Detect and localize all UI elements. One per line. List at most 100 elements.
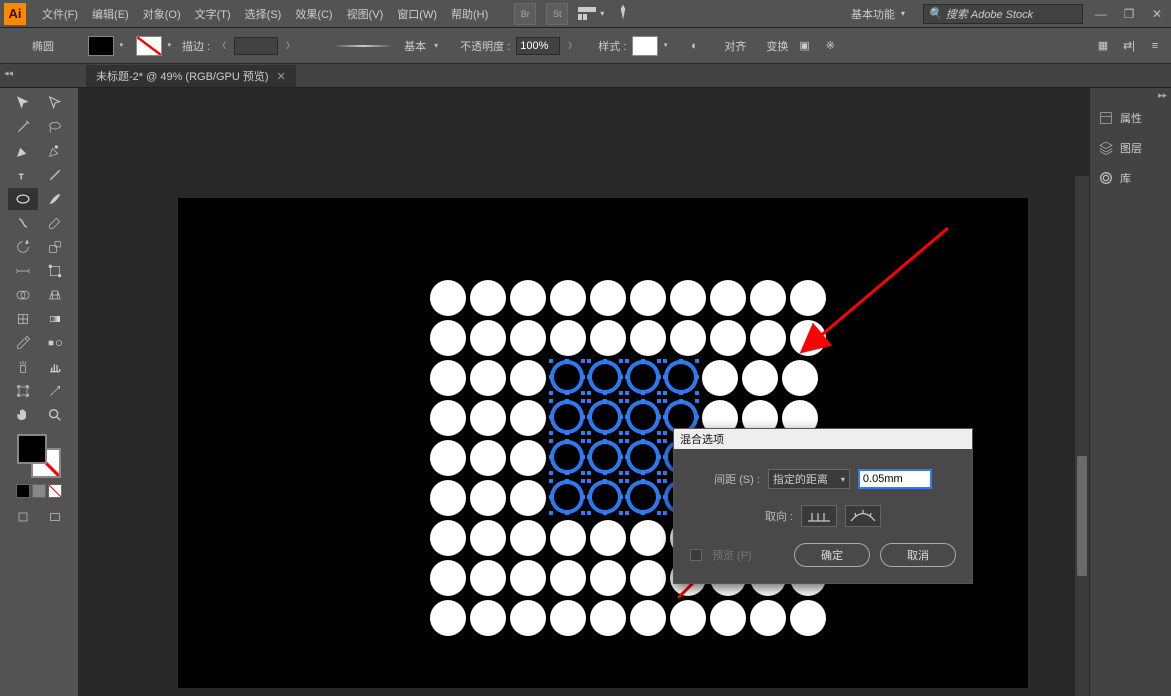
document-tab[interactable]: 未标题-2* @ 49% (RGB/GPU 预览) ✕ — [86, 65, 296, 87]
cancel-button[interactable]: 取消 — [880, 543, 956, 567]
circle[interactable] — [590, 520, 626, 556]
eyedropper-tool[interactable] — [8, 332, 38, 354]
window-restore[interactable]: ❐ — [1115, 0, 1143, 27]
circle[interactable] — [430, 280, 466, 316]
circle[interactable] — [430, 320, 466, 356]
isolate-icon[interactable]: ▣ — [794, 36, 814, 56]
menu-select[interactable]: 选择(S) — [239, 4, 288, 24]
selection-tool[interactable] — [8, 92, 38, 114]
scale-tool[interactable] — [40, 236, 70, 258]
stroke-width-input[interactable] — [234, 37, 278, 55]
circle[interactable] — [626, 440, 660, 474]
circle[interactable] — [750, 320, 786, 356]
menu-help[interactable]: 帮助(H) — [445, 4, 494, 24]
circle[interactable] — [510, 520, 546, 556]
align-label[interactable]: 对齐 — [724, 38, 746, 54]
width-tool[interactable] — [8, 260, 38, 282]
circle[interactable] — [470, 400, 506, 436]
draw-normal-icon[interactable] — [8, 506, 38, 528]
free-transform-tool[interactable] — [40, 260, 70, 282]
panel-layers[interactable]: 图层 — [1090, 133, 1171, 163]
circle[interactable] — [550, 440, 584, 474]
menu-edit[interactable]: 编辑(E) — [86, 4, 135, 24]
circle[interactable] — [588, 360, 622, 394]
canvas[interactable]: /* placeholder to stop template parser —… — [78, 88, 1089, 696]
circle[interactable] — [550, 280, 586, 316]
circle[interactable] — [430, 520, 466, 556]
symbol-sprayer-tool[interactable] — [8, 356, 38, 378]
search-input[interactable]: 🔍搜索 Adobe Stock — [923, 4, 1083, 24]
recolor-icon[interactable]: ◐ — [684, 36, 704, 56]
circle[interactable] — [510, 440, 546, 476]
circle[interactable] — [710, 320, 746, 356]
circle[interactable] — [550, 560, 586, 596]
circle[interactable] — [550, 360, 584, 394]
artboard-tool[interactable] — [8, 380, 38, 402]
circle[interactable] — [430, 560, 466, 596]
close-tab-icon[interactable]: ✕ — [277, 70, 286, 83]
collapse-toolbox[interactable]: ◂◂ — [4, 68, 13, 79]
circle[interactable] — [510, 600, 546, 636]
stroke-width-inc[interactable]: 〉 — [286, 40, 294, 51]
preview-checkbox[interactable] — [690, 549, 702, 561]
opt-icon1[interactable]: ▦ — [1093, 36, 1113, 56]
circle[interactable] — [470, 440, 506, 476]
circle[interactable] — [510, 480, 546, 516]
menu-window[interactable]: 窗口(W) — [391, 4, 443, 24]
circle[interactable] — [510, 360, 546, 396]
opacity-input[interactable] — [516, 37, 560, 55]
circle[interactable] — [702, 360, 738, 396]
circle[interactable] — [710, 600, 746, 636]
stroke-profile[interactable] — [328, 38, 398, 54]
ok-button[interactable]: 确定 — [794, 543, 870, 567]
menu-file[interactable]: 文件(F) — [36, 4, 84, 24]
shaper-tool[interactable] — [8, 212, 38, 234]
circle[interactable] — [550, 520, 586, 556]
line-tool[interactable] — [40, 164, 70, 186]
circle[interactable] — [430, 400, 466, 436]
circle[interactable] — [664, 360, 698, 394]
circle[interactable] — [510, 320, 546, 356]
circle[interactable] — [470, 560, 506, 596]
color-controls[interactable] — [17, 434, 61, 478]
opacity-more[interactable]: 〉 — [568, 40, 576, 51]
stroke-swatch[interactable] — [136, 36, 162, 56]
scroll-thumb[interactable] — [1077, 456, 1087, 576]
circle[interactable] — [470, 360, 506, 396]
circle[interactable] — [510, 560, 546, 596]
circle[interactable] — [630, 280, 666, 316]
circle[interactable] — [470, 600, 506, 636]
workspace-selector[interactable]: 基本功能 — [843, 4, 913, 24]
style-swatch[interactable] — [632, 36, 658, 56]
stroke-width-dec[interactable]: 〈 — [218, 40, 226, 51]
circle[interactable] — [590, 320, 626, 356]
circle[interactable] — [470, 480, 506, 516]
circle[interactable] — [510, 400, 546, 436]
circle[interactable] — [590, 600, 626, 636]
collapse-panels[interactable]: ▸▸ — [1090, 88, 1171, 103]
circle[interactable] — [790, 320, 826, 356]
paintbrush-tool[interactable] — [40, 188, 70, 210]
menu-type[interactable]: 文字(T) — [189, 4, 237, 24]
circle[interactable] — [470, 320, 506, 356]
slice-tool[interactable] — [40, 380, 70, 402]
circle[interactable] — [750, 280, 786, 316]
circle[interactable] — [588, 480, 622, 514]
circle[interactable] — [630, 600, 666, 636]
circle[interactable] — [670, 320, 706, 356]
spacing-mode-select[interactable]: 指定的距离 — [768, 469, 850, 489]
magic-wand-tool[interactable] — [8, 116, 38, 138]
circle[interactable] — [630, 320, 666, 356]
hand-tool[interactable] — [8, 404, 38, 426]
rotate-tool[interactable] — [8, 236, 38, 258]
circle[interactable] — [710, 280, 746, 316]
circle[interactable] — [626, 400, 660, 434]
circle[interactable] — [430, 440, 466, 476]
circle[interactable] — [588, 400, 622, 434]
circle[interactable] — [626, 480, 660, 514]
orient-align-page[interactable] — [801, 505, 837, 527]
circle[interactable] — [430, 360, 466, 396]
circle[interactable] — [510, 280, 546, 316]
circle[interactable] — [430, 600, 466, 636]
circle[interactable] — [550, 320, 586, 356]
